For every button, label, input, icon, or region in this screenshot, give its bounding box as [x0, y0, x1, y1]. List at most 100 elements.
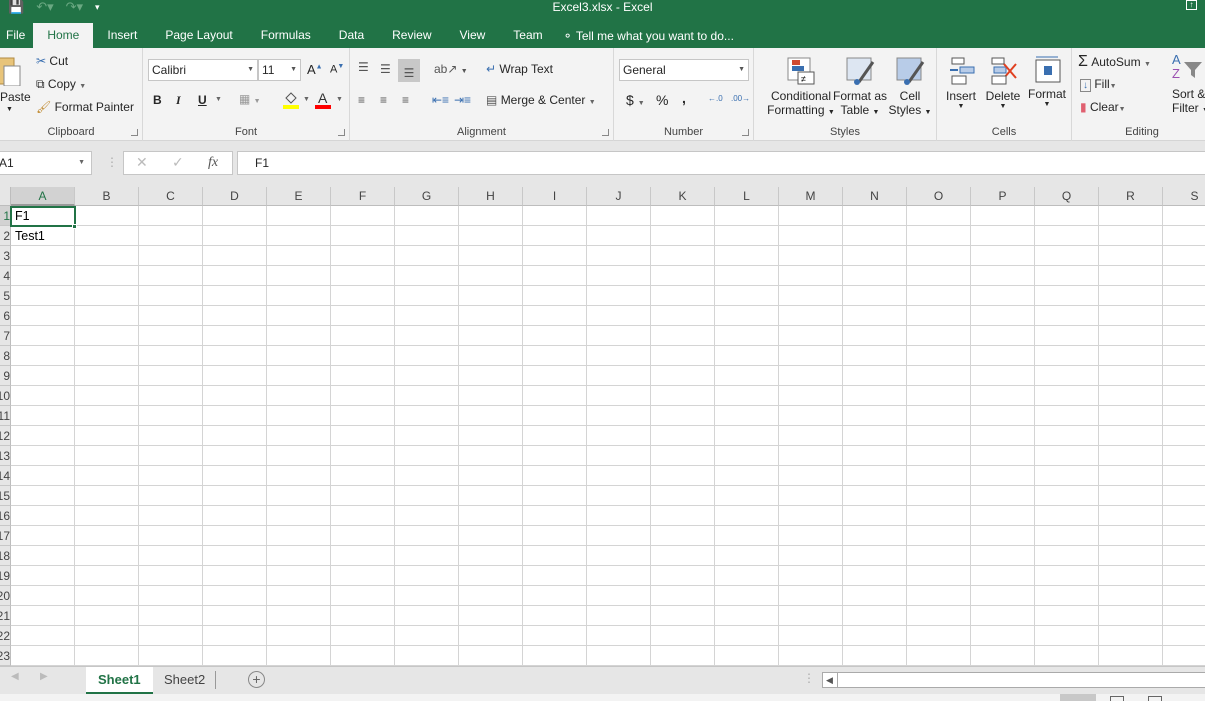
column-header-s[interactable]: S: [1163, 187, 1205, 206]
column-header-b[interactable]: B: [75, 187, 139, 206]
align-right-icon[interactable]: ≡: [402, 93, 409, 107]
row-header-18[interactable]: 18: [0, 546, 11, 566]
currency-button[interactable]: $ ▼: [626, 92, 645, 108]
font-size-select[interactable]: 11 ▼: [258, 59, 301, 81]
tab-insert[interactable]: Insert: [93, 23, 151, 48]
cell-a2[interactable]: Test1: [11, 226, 75, 246]
column-header-e[interactable]: E: [267, 187, 331, 206]
row-header-13[interactable]: 13: [0, 446, 11, 466]
underline-dropdown-icon[interactable]: ▼: [215, 96, 222, 103]
page-break-view-button[interactable]: [1148, 696, 1162, 701]
increase-decimal-icon[interactable]: ←.0: [708, 94, 723, 103]
autosum-button[interactable]: Σ AutoSum ▼: [1078, 53, 1151, 71]
fill-button[interactable]: ↓ Fill▼: [1080, 77, 1117, 92]
row-header-12[interactable]: 12: [0, 426, 11, 446]
row-header-11[interactable]: 11: [0, 406, 11, 426]
column-header-j[interactable]: J: [587, 187, 651, 206]
underline-button[interactable]: U: [198, 93, 207, 107]
new-sheet-icon[interactable]: +: [248, 671, 265, 688]
tab-page-layout[interactable]: Page Layout: [151, 23, 246, 48]
row-header-10[interactable]: 10: [0, 386, 11, 406]
sheet-tab-sheet2[interactable]: Sheet2: [152, 667, 217, 694]
column-header-c[interactable]: C: [139, 187, 203, 206]
row-header-22[interactable]: 22: [0, 626, 11, 646]
paste-button[interactable]: Paste: [0, 90, 31, 104]
scroll-sheets-right-icon[interactable]: ▶: [40, 671, 48, 682]
wrap-text-button[interactable]: ↵ Wrap Text: [486, 62, 553, 76]
row-header-21[interactable]: 21: [0, 606, 11, 626]
tab-review[interactable]: Review: [378, 23, 445, 48]
increase-font-size-icon[interactable]: A▲: [307, 62, 323, 77]
row-header-6[interactable]: 6: [0, 306, 11, 326]
tab-file[interactable]: File: [0, 23, 33, 48]
row-header-8[interactable]: 8: [0, 346, 11, 366]
row-header-5[interactable]: 5: [0, 286, 11, 306]
cancel-icon[interactable]: ✕: [136, 154, 148, 171]
orientation-icon[interactable]: ab↗ ▼: [434, 62, 468, 76]
borders-icon[interactable]: ▦ ▼: [239, 92, 261, 106]
font-color-icon[interactable]: A: [315, 90, 331, 110]
decrease-decimal-icon[interactable]: .00→: [731, 94, 750, 103]
top-align-icon[interactable]: ☰: [358, 60, 369, 74]
column-header-i[interactable]: I: [523, 187, 587, 206]
tell-me-search[interactable]: ⚬ Tell me what you want to do...: [563, 24, 734, 48]
alignment-launcher-icon[interactable]: [602, 129, 609, 136]
align-center-icon[interactable]: ≡: [380, 93, 387, 107]
column-header-a[interactable]: A: [11, 187, 75, 206]
insert-function-icon[interactable]: fx: [208, 155, 218, 171]
format-as-table-button[interactable]: Format as Table ▼: [832, 48, 888, 123]
tab-formulas[interactable]: Formulas: [247, 23, 325, 48]
column-header-n[interactable]: N: [843, 187, 907, 206]
middle-align-icon[interactable]: ☰: [380, 62, 391, 76]
number-launcher-icon[interactable]: [742, 129, 749, 136]
fill-handle[interactable]: [72, 224, 77, 229]
comma-button[interactable]: ,: [682, 90, 686, 106]
column-header-r[interactable]: R: [1099, 187, 1163, 206]
number-format-select[interactable]: General ▼: [619, 59, 749, 81]
font-color-dropdown-icon[interactable]: ▼: [336, 96, 343, 103]
tab-data[interactable]: Data: [325, 23, 378, 48]
horizontal-scrollbar[interactable]: ◀: [822, 672, 1205, 688]
bold-button[interactable]: B: [153, 93, 162, 107]
column-header-f[interactable]: F: [331, 187, 395, 206]
column-header-k[interactable]: K: [651, 187, 715, 206]
row-header-7[interactable]: 7: [0, 326, 11, 346]
row-header-2[interactable]: 2: [0, 226, 11, 246]
enter-check-icon[interactable]: ✓: [172, 154, 184, 171]
scroll-left-icon[interactable]: ◀: [826, 673, 833, 687]
format-cells-button[interactable]: Format ▼: [1025, 48, 1069, 123]
row-header-4[interactable]: 4: [0, 266, 11, 286]
cut-button[interactable]: ✂ Cut: [36, 54, 68, 68]
page-layout-view-button[interactable]: [1110, 696, 1124, 701]
select-all-button[interactable]: [0, 187, 11, 206]
clipboard-launcher-icon[interactable]: [131, 129, 138, 136]
formula-bar-resize-handle[interactable]: ⋮: [106, 155, 118, 169]
column-header-h[interactable]: H: [459, 187, 523, 206]
column-header-m[interactable]: M: [779, 187, 843, 206]
bottom-align-icon[interactable]: ☰: [398, 59, 420, 82]
scroll-sheets-left-icon[interactable]: ◀: [11, 671, 19, 682]
column-header-o[interactable]: O: [907, 187, 971, 206]
sort-filter-button[interactable]: AZ Sort & Filter ▼: [1172, 50, 1205, 125]
copy-button[interactable]: ⧉ Copy ▼: [36, 77, 86, 92]
column-header-l[interactable]: L: [715, 187, 779, 206]
font-launcher-icon[interactable]: [338, 129, 345, 136]
paste-dropdown-icon[interactable]: ▼: [6, 106, 13, 113]
fill-color-dropdown-icon[interactable]: ▼: [303, 96, 310, 103]
row-header-16[interactable]: 16: [0, 506, 11, 526]
sheet-tab-sheet1[interactable]: Sheet1: [86, 667, 153, 694]
row-header-3[interactable]: 3: [0, 246, 11, 266]
fill-color-icon[interactable]: [283, 90, 299, 109]
paste-icon[interactable]: [0, 54, 26, 87]
column-header-q[interactable]: Q: [1035, 187, 1099, 206]
cell-styles-button[interactable]: Cell Styles ▼: [888, 48, 932, 123]
row-header-19[interactable]: 19: [0, 566, 11, 586]
tab-home[interactable]: Home: [33, 23, 94, 48]
delete-cells-button[interactable]: Delete ▼: [981, 48, 1025, 123]
row-header-14[interactable]: 14: [0, 466, 11, 486]
italic-button[interactable]: I: [176, 93, 181, 108]
row-header-15[interactable]: 15: [0, 486, 11, 506]
merge-center-button[interactable]: ▤ Merge & Center ▼: [486, 93, 596, 107]
scrollbar-splitter-handle[interactable]: ⋮: [803, 671, 815, 685]
align-left-icon[interactable]: ≡: [358, 93, 365, 107]
